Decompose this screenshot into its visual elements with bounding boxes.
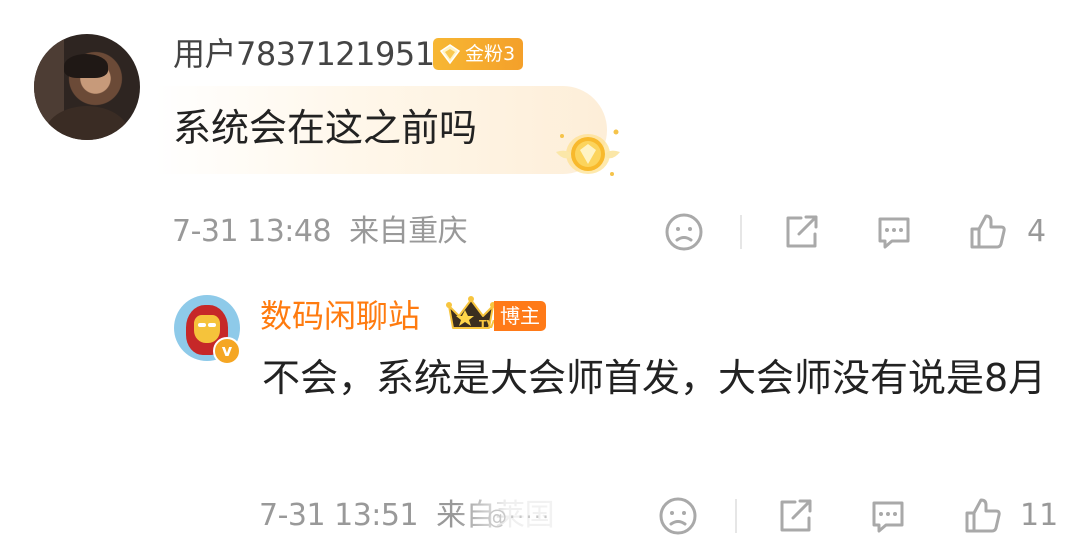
dislike-button[interactable] xyxy=(662,210,706,254)
reply-text: 不会，系统是大会师首发，大会师没有说是8月 xyxy=(262,356,1047,400)
share-icon xyxy=(786,215,818,248)
crown-tv-icon: TV xyxy=(446,296,496,331)
like-button[interactable] xyxy=(966,210,1010,254)
dislike-button[interactable] xyxy=(656,494,700,538)
fan-badge-label: 金粉3 xyxy=(465,43,516,65)
share-icon xyxy=(780,499,812,532)
like-count: 4 xyxy=(1027,214,1047,249)
reply-time: 7-31 13:51 xyxy=(259,498,419,533)
comment-username[interactable]: 用户7837121951 xyxy=(173,30,435,78)
share-button[interactable] xyxy=(773,494,817,538)
comment-text: 系统会在这之前吗 xyxy=(173,106,478,150)
blogger-badge[interactable]: 博主 xyxy=(494,301,546,331)
comment-icon xyxy=(872,501,904,533)
verified-badge: v xyxy=(213,337,241,365)
fan-bubble-decoration-icon xyxy=(556,129,620,176)
avatar-hair xyxy=(64,54,108,78)
comment-button[interactable] xyxy=(866,494,910,538)
sad-face-icon xyxy=(659,497,697,535)
comment-time: 7-31 13:48 xyxy=(172,214,332,249)
comment-location: 来自重庆 xyxy=(349,214,468,249)
share-button[interactable] xyxy=(779,210,823,254)
avatar-eye xyxy=(198,323,206,327)
fan-level-badge[interactable]: 金粉3 xyxy=(433,38,523,70)
comment-meta: 7-31 13:48 来自重庆 xyxy=(172,210,468,254)
avatar-mask xyxy=(194,315,220,343)
avatar-eye xyxy=(208,323,216,327)
sad-face-icon xyxy=(665,213,703,251)
avatar[interactable] xyxy=(34,34,140,140)
like-count: 11 xyxy=(1020,498,1059,533)
action-divider xyxy=(740,215,742,249)
reply-username[interactable]: 数码闲聊站 xyxy=(260,292,420,340)
thumbs-up-icon xyxy=(965,498,1001,533)
comment-icon xyxy=(878,217,910,249)
watermark: @····· xyxy=(487,505,551,529)
like-button[interactable] xyxy=(961,494,1005,538)
thumbs-up-icon xyxy=(970,214,1006,249)
comment-button[interactable] xyxy=(872,210,916,254)
diamond-icon xyxy=(439,44,461,65)
action-divider xyxy=(735,499,737,533)
